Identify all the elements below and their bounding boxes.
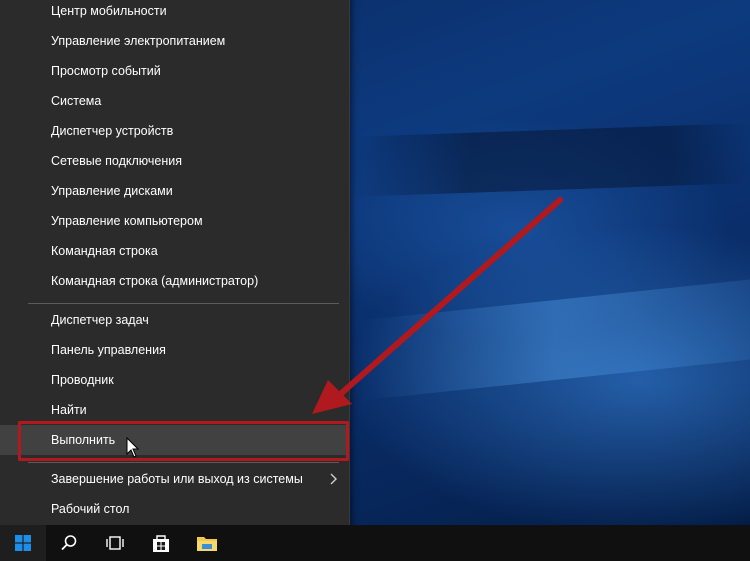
windows-start-icon[interactable] xyxy=(0,525,46,561)
menu-separator xyxy=(28,462,339,463)
menu-item-device-manager[interactable]: Диспетчер устройств xyxy=(0,116,349,146)
annotation-highlight-box xyxy=(18,421,349,461)
menu-item-system[interactable]: Система xyxy=(0,86,349,116)
menu-item-control-panel[interactable]: Панель управления xyxy=(0,335,349,365)
store-icon[interactable] xyxy=(138,525,184,561)
task-view-icon[interactable] xyxy=(92,525,138,561)
menu-item-power-options[interactable]: Управление электропитанием xyxy=(0,26,349,56)
menu-item-disk-management[interactable]: Управление дисками xyxy=(0,176,349,206)
chevron-right-icon xyxy=(330,473,337,485)
taskbar xyxy=(0,525,750,561)
file-explorer-icon[interactable] xyxy=(184,525,230,561)
menu-item-mobility-center[interactable]: Центр мобильности xyxy=(0,0,349,26)
menu-item-task-manager[interactable]: Диспетчер задач xyxy=(0,305,349,335)
menu-item-computer-management[interactable]: Управление компьютером xyxy=(0,206,349,236)
menu-item-event-viewer[interactable]: Просмотр событий xyxy=(0,56,349,86)
menu-separator xyxy=(28,303,339,304)
search-icon[interactable] xyxy=(46,525,92,561)
menu-item-network-connections[interactable]: Сетевые подключения xyxy=(0,146,349,176)
menu-item-command-prompt-admin[interactable]: Командная строка (администратор) xyxy=(0,266,349,296)
menu-item-shutdown-signout[interactable]: Завершение работы или выход из системы xyxy=(0,464,349,494)
menu-item-file-explorer[interactable]: Проводник xyxy=(0,365,349,395)
mouse-cursor-icon xyxy=(126,437,140,458)
menu-item-label: Завершение работы или выход из системы xyxy=(51,472,303,486)
menu-item-desktop[interactable]: Рабочий стол xyxy=(0,494,349,524)
menu-item-command-prompt[interactable]: Командная строка xyxy=(0,236,349,266)
